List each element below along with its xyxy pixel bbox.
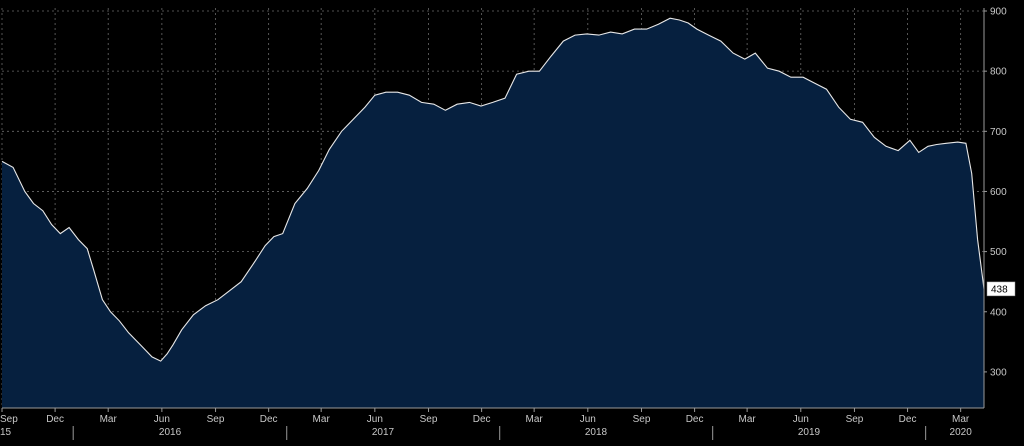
y-tick-label: 900 (990, 7, 1007, 18)
year-label: 15 (0, 427, 12, 438)
x-tick-label: Sep (0, 414, 18, 425)
x-tick-label: Jun (793, 414, 809, 425)
x-tick-label: Sep (846, 414, 864, 425)
x-tick-label: Sep (420, 414, 438, 425)
x-tick-label: Dec (899, 414, 917, 425)
x-tick-label: Jun (367, 414, 383, 425)
year-label: 2017 (372, 427, 395, 438)
y-tick-label: 600 (990, 187, 1007, 198)
year-label: 2020 (950, 427, 973, 438)
y-tick-label: 700 (990, 127, 1007, 138)
y-tick-label: 300 (990, 367, 1007, 378)
x-tick-label: Jun (154, 414, 170, 425)
x-tick-label: Sep (633, 414, 651, 425)
x-tick-label: Jun (580, 414, 596, 425)
x-tick-label: Mar (952, 414, 970, 425)
y-tick-label: 500 (990, 247, 1007, 258)
x-tick-label: Mar (526, 414, 544, 425)
x-tick-label: Dec (46, 414, 64, 425)
y-tick-label: 400 (990, 307, 1007, 318)
year-label: 2018 (585, 427, 608, 438)
year-label: 2019 (798, 427, 821, 438)
x-tick-label: Mar (313, 414, 331, 425)
x-tick-label: Mar (738, 414, 756, 425)
last-value-marker: 438 (986, 281, 1016, 297)
x-tick-label: Dec (260, 414, 278, 425)
x-tick-label: Dec (686, 414, 704, 425)
year-label: 2016 (159, 427, 182, 438)
x-tick-label: Sep (207, 414, 225, 425)
area-chart: 300 400 500 600 700 800 900 Sep Dec Mar Jun Sep Dec… (0, 0, 1024, 446)
last-value-label: 438 (991, 284, 1008, 295)
x-tick-label: Mar (100, 414, 118, 425)
x-tick-label: Dec (473, 414, 491, 425)
y-tick-label: 800 (990, 67, 1007, 78)
